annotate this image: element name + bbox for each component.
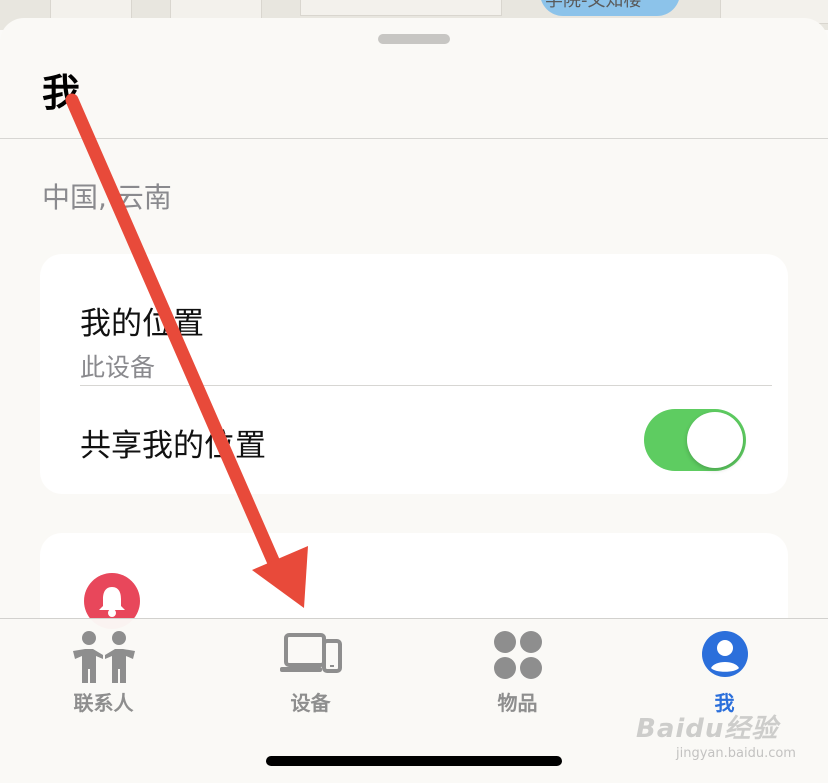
divider [80, 385, 772, 386]
share-location-label: 共享我的位置 [80, 428, 266, 464]
tab-items[interactable]: 物品 [414, 619, 621, 729]
tab-devices[interactable]: 设备 [207, 619, 414, 729]
page-title: 我 [42, 71, 81, 115]
map-poi-label: 学院-文知楼 [545, 0, 642, 11]
sheet-grabber[interactable] [378, 34, 450, 44]
home-indicator[interactable] [266, 756, 562, 766]
toggle-knob [687, 412, 743, 468]
tab-label: 设备 [290, 691, 331, 715]
divider [0, 138, 828, 139]
my-location-subtitle: 此设备 [80, 353, 156, 382]
people-icon [69, 629, 139, 689]
watermark-brand: Baidu经验 [636, 714, 779, 744]
items-icon [492, 629, 544, 685]
tab-people[interactable]: 联系人 [0, 619, 207, 729]
map-building [300, 0, 502, 16]
devices-icon [278, 629, 344, 683]
share-location-toggle[interactable] [644, 409, 746, 471]
current-region: 中国, 云南 [42, 181, 172, 214]
my-location-card: 我的位置 此设备 共享我的位置 [40, 254, 788, 494]
tab-label: 联系人 [73, 691, 134, 715]
my-location-title: 我的位置 [80, 306, 204, 342]
person-circle-icon [700, 629, 750, 683]
tab-label: 物品 [497, 691, 538, 715]
watermark-url: jingyan.baidu.com [676, 746, 796, 761]
